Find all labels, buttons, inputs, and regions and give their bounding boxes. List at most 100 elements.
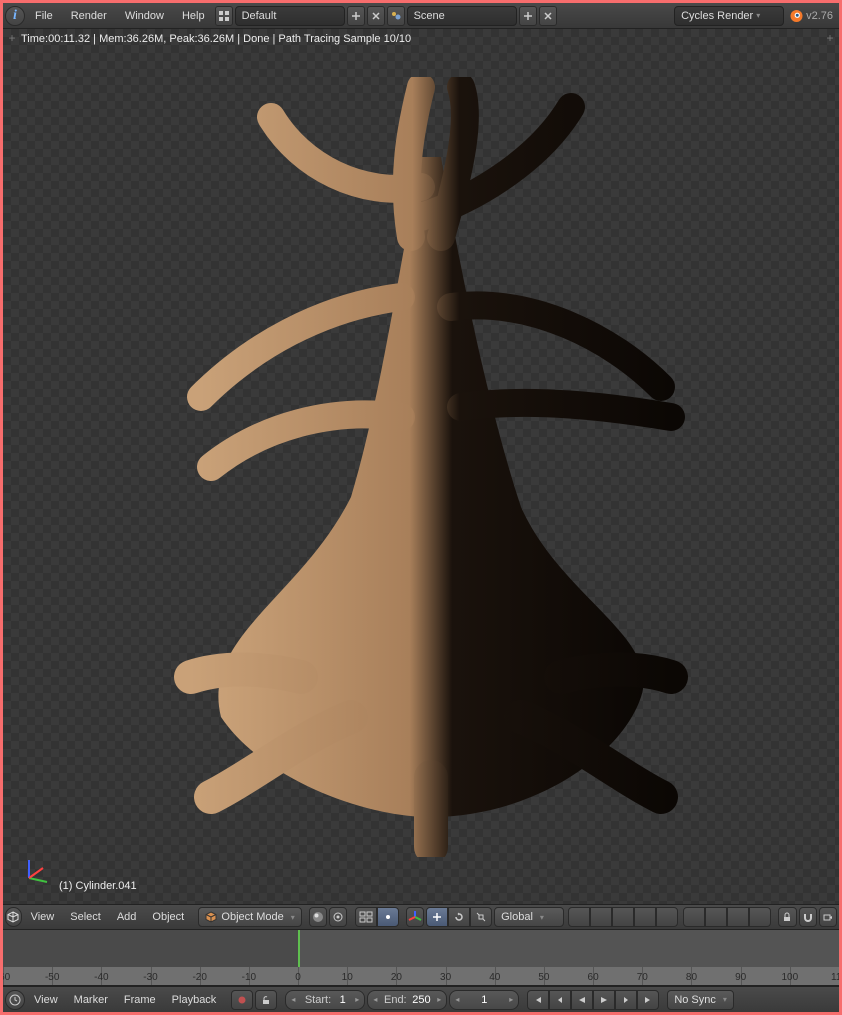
- chevron-right-icon: ▸: [436, 995, 442, 1004]
- frame-start-label: Start:: [305, 994, 331, 1006]
- view3d-menu-view[interactable]: View: [24, 911, 62, 923]
- transform-orientation-dropdown[interactable]: Global: [494, 907, 564, 927]
- manipulator-toggle[interactable]: [406, 907, 424, 927]
- viewport-shading-dropdown[interactable]: [309, 907, 327, 927]
- editor-type-timeline-icon[interactable]: [5, 990, 25, 1010]
- menu-render[interactable]: Render: [63, 10, 115, 22]
- playback-controls: [527, 990, 659, 1010]
- keyingset-lock-toggle[interactable]: [255, 990, 277, 1010]
- scene-layer-button[interactable]: [727, 907, 749, 927]
- scene-add-button[interactable]: [519, 6, 537, 26]
- jump-to-end-button[interactable]: [637, 990, 659, 1010]
- viewport-3d[interactable]: Time:00:11.32 | Mem:36.26M, Peak:36.26M …: [3, 29, 839, 904]
- ruler-tick-label: 110: [831, 972, 839, 983]
- timeline-menu-playback[interactable]: Playback: [165, 994, 224, 1006]
- sync-mode-dropdown[interactable]: No Sync: [667, 990, 734, 1010]
- layers-button[interactable]: [355, 907, 377, 927]
- play-reverse-button[interactable]: [571, 990, 593, 1010]
- chevron-left-icon: ◂: [454, 995, 460, 1004]
- layers-group-a: [355, 907, 399, 927]
- timeline-ruler[interactable]: -60-50-40-30-20-100102030405060708090100…: [3, 967, 839, 985]
- sync-mode-text: No Sync: [674, 994, 716, 1006]
- manipulator-rotate[interactable]: [448, 907, 470, 927]
- timeline-menu-view[interactable]: View: [27, 994, 65, 1006]
- render-engine-dropdown[interactable]: Cycles Render: [674, 6, 784, 26]
- layout-add-button[interactable]: [347, 6, 365, 26]
- view3d-menu-add[interactable]: Add: [110, 911, 144, 923]
- version-label: v2.76: [806, 10, 837, 22]
- collapse-corner-icon[interactable]: +: [5, 31, 19, 45]
- transform-orientation-text: Global: [501, 911, 533, 923]
- timeline-area[interactable]: -60-50-40-30-20-100102030405060708090100…: [3, 930, 839, 986]
- ruler-tick-label: 40: [489, 972, 500, 983]
- current-frame-field[interactable]: ◂ 1 ▸: [449, 990, 519, 1010]
- menu-window[interactable]: Window: [117, 10, 172, 22]
- scene-layer-button[interactable]: [634, 907, 656, 927]
- jump-to-start-button[interactable]: [527, 990, 549, 1010]
- split-corner-icon[interactable]: +: [823, 31, 837, 45]
- scene-name-text: Scene: [414, 10, 445, 22]
- manipulator-translate[interactable]: [426, 907, 448, 927]
- frame-end-field[interactable]: ◂ End: 250 ▸: [367, 990, 447, 1010]
- magnet-icon: [803, 912, 813, 922]
- scene-layer-button[interactable]: [568, 907, 590, 927]
- layer-active-button[interactable]: [377, 907, 399, 927]
- editor-type-info-icon[interactable]: i: [5, 6, 25, 26]
- frame-end-value: 250: [412, 994, 430, 1006]
- opengl-render-button[interactable]: [819, 907, 837, 927]
- layout-browse-button[interactable]: [215, 6, 233, 26]
- render-engine-text: Cycles Render: [681, 10, 753, 22]
- timeline-menu-marker[interactable]: Marker: [67, 994, 115, 1006]
- info-header: i File Render Window Help Default Scene …: [3, 3, 839, 29]
- axis-gizmo-icon: [21, 854, 53, 886]
- scene-delete-button[interactable]: [539, 6, 557, 26]
- scene-layer-button[interactable]: [705, 907, 727, 927]
- menu-file[interactable]: File: [27, 10, 61, 22]
- scene-browse-button[interactable]: [387, 6, 405, 26]
- ruler-tick-label: 80: [686, 972, 697, 983]
- ruler-tick-label: 20: [391, 972, 402, 983]
- timeline-active-range: [298, 930, 839, 967]
- ruler-tick-label: 50: [538, 972, 549, 983]
- interaction-mode-text: Object Mode: [221, 911, 283, 923]
- frame-start-field[interactable]: ◂ Start: 1 ▸: [285, 990, 365, 1010]
- scene-layer-button[interactable]: [749, 907, 771, 927]
- skip-start-icon: [533, 995, 543, 1005]
- jump-next-keyframe-button[interactable]: [615, 990, 637, 1010]
- jump-prev-keyframe-button[interactable]: [549, 990, 571, 1010]
- layout-name-text: Default: [242, 10, 277, 22]
- lock-icon: [782, 912, 792, 922]
- menu-help[interactable]: Help: [174, 10, 213, 22]
- ruler-tick-label: 70: [637, 972, 648, 983]
- rendered-tree-icon: [101, 77, 741, 857]
- scene-layer-button[interactable]: [612, 907, 634, 927]
- frame-end-label: End:: [384, 994, 407, 1006]
- snap-toggle[interactable]: [799, 907, 817, 927]
- view3d-menu-select[interactable]: Select: [63, 911, 108, 923]
- view3d-menu-object[interactable]: Object: [145, 911, 191, 923]
- pivot-dropdown[interactable]: [329, 907, 347, 927]
- timeline-menu-frame[interactable]: Frame: [117, 994, 163, 1006]
- play-icon: [599, 995, 609, 1005]
- scene-layer-button[interactable]: [656, 907, 678, 927]
- chevron-left-icon: ◂: [372, 995, 378, 1004]
- editor-type-3dview-icon[interactable]: [5, 907, 22, 927]
- chevron-right-icon: ▸: [354, 995, 360, 1004]
- ruler-tick-label: -50: [45, 972, 59, 983]
- play-button[interactable]: [593, 990, 615, 1010]
- scene-layer-button[interactable]: [683, 907, 705, 927]
- ruler-tick-label: -20: [192, 972, 206, 983]
- layout-name-field[interactable]: Default: [235, 6, 345, 26]
- ruler-tick-label: 30: [440, 972, 451, 983]
- scene-layers-2: [683, 907, 771, 927]
- interaction-mode-dropdown[interactable]: Object Mode: [198, 907, 301, 927]
- lock-camera-button[interactable]: [778, 907, 796, 927]
- scene-name-field[interactable]: Scene: [407, 6, 517, 26]
- scene-layer-button[interactable]: [590, 907, 612, 927]
- blender-logo-icon: [786, 7, 804, 25]
- sphere-icon: [312, 911, 324, 923]
- manipulator-scale[interactable]: [470, 907, 492, 927]
- layout-delete-button[interactable]: [367, 6, 385, 26]
- auto-keyframe-toggle[interactable]: [231, 990, 253, 1010]
- next-key-icon: [621, 995, 631, 1005]
